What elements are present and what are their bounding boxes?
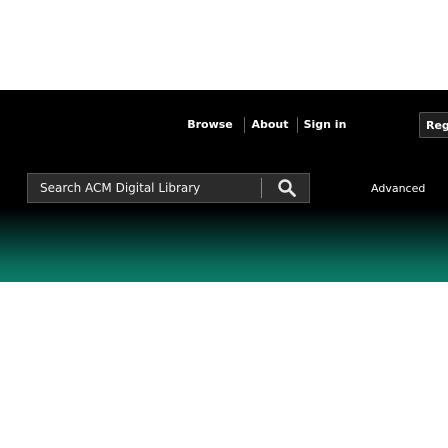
register-button[interactable]: Regi (419, 112, 448, 138)
top-nav: Browse About Sign in Regi (0, 112, 448, 138)
search-box (27, 173, 310, 203)
nav-sign-in-link[interactable]: Sign in (302, 116, 348, 134)
nav-divider (244, 117, 245, 133)
nav-about-link[interactable]: About (249, 116, 291, 134)
search-divider (261, 178, 262, 198)
search-button[interactable] (264, 174, 309, 202)
search-icon (277, 179, 296, 197)
search-input[interactable] (28, 174, 261, 202)
page-background (0, 0, 448, 90)
advanced-search-link[interactable]: Advanced (371, 180, 425, 198)
nav-divider (297, 117, 298, 133)
nav-browse-link[interactable]: Browse (185, 116, 235, 134)
